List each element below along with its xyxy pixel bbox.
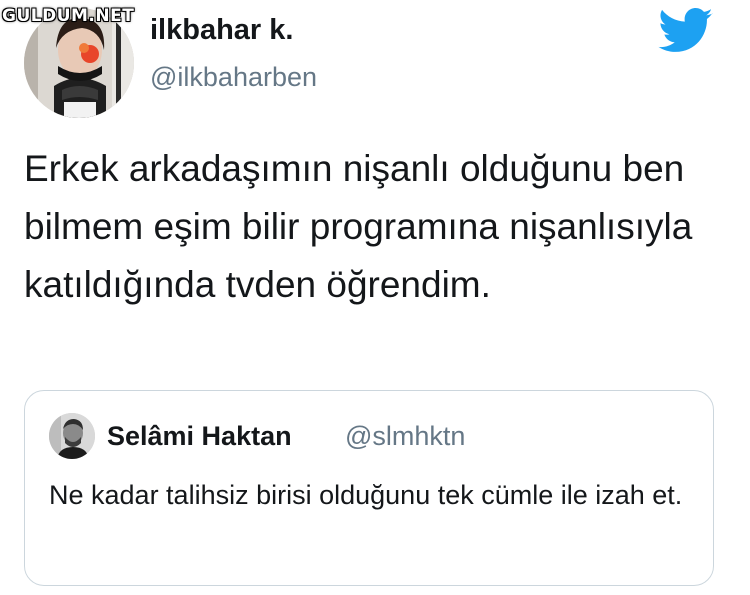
quoted-avatar-photo-icon (49, 413, 95, 459)
quoted-author-display-name[interactable]: Selâmi Haktan (107, 421, 292, 452)
quoted-tweet-card[interactable]: Selâmi Haktan @slmhktn Ne kadar talihsiz… (24, 390, 714, 586)
quoted-tweet-text: Ne kadar talihsiz birisi olduğunu tek cü… (49, 480, 683, 510)
watermark: GULDUM.NET (2, 6, 135, 26)
twitter-bird-icon[interactable] (658, 8, 714, 54)
author-handle[interactable]: @ilkbaharben (150, 62, 317, 93)
author-display-name[interactable]: ilkbahar k. (150, 14, 293, 47)
quoted-author-handle[interactable]: @slmhktn (345, 421, 465, 452)
tweet-text: Erkek arkadaşımın nişanlı olduğunu ben b… (24, 148, 693, 305)
tweet-screenshot: GULDUM.NET ilkbahar k. @ilkbaharben Erke… (0, 0, 750, 595)
quoted-author-avatar[interactable] (49, 413, 95, 459)
